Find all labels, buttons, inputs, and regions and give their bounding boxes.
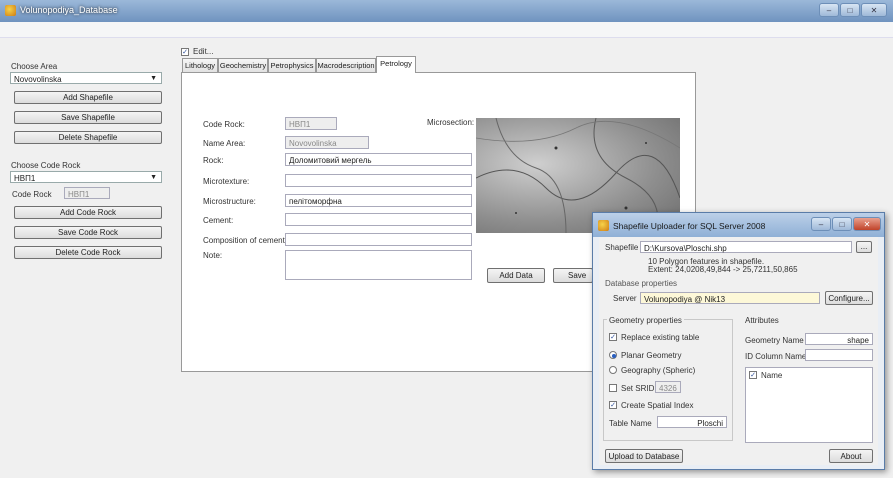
name-area-field: Novovolinska bbox=[285, 136, 369, 149]
window-controls: – □ ✕ bbox=[819, 3, 889, 19]
geometry-name-value: shape bbox=[847, 336, 869, 345]
microsection-label: Microsection: bbox=[427, 118, 475, 127]
cement-label: Cement: bbox=[203, 216, 234, 225]
save-code-rock-button[interactable]: Save Code Rock bbox=[14, 226, 162, 239]
set-srid-label: Set SRID bbox=[621, 384, 655, 393]
srid-field: 4326 bbox=[655, 381, 681, 393]
browse-button[interactable]: ... bbox=[856, 241, 872, 253]
shapefile-path-value: D:\Kursova\Ploschi.shp bbox=[644, 244, 727, 253]
microtexture-label: Microtexture: bbox=[203, 177, 250, 186]
cement-field[interactable] bbox=[285, 213, 472, 226]
attr-name-label: Name bbox=[761, 371, 783, 380]
dialog-title: Shapefile Uploader for SQL Server 2008 bbox=[613, 221, 766, 231]
dialog-body: Shapefile D:\Kursova\Ploschi.shp ... 10 … bbox=[599, 237, 878, 465]
dialog-icon bbox=[598, 220, 609, 231]
code-rock-field-value: НВП1 bbox=[68, 190, 90, 199]
chevron-down-icon: ▼ bbox=[150, 75, 157, 82]
choose-code-rock-label: Choose Code Rock bbox=[11, 161, 81, 170]
dialog-maximize-icon[interactable]: □ bbox=[832, 217, 852, 231]
add-code-rock-button[interactable]: Add Code Rock bbox=[14, 206, 162, 219]
composition-of-cement-label: Composition of cement: bbox=[203, 236, 288, 245]
area-value: Novovolinska bbox=[14, 75, 62, 84]
shapefile-path-field[interactable]: D:\Kursova\Ploschi.shp bbox=[640, 241, 852, 253]
geometry-properties-label: Geometry properties bbox=[607, 316, 684, 325]
code-rock-combo-value: НВП1 bbox=[14, 174, 36, 183]
configure-button[interactable]: Configure... bbox=[825, 291, 873, 305]
composition-of-cement-field[interactable] bbox=[285, 233, 472, 246]
minimize-icon[interactable]: – bbox=[819, 3, 839, 17]
extent-info: Extent: 24,0208,49,844 -> 25,7211,50,865 bbox=[648, 265, 798, 274]
replace-table-checkbox[interactable]: ✓ bbox=[609, 333, 617, 341]
app-icon bbox=[5, 5, 16, 16]
save-shapefile-button[interactable]: Save Shapefile bbox=[14, 111, 162, 124]
srid-value: 4326 bbox=[659, 384, 677, 393]
tab-petrophysics[interactable]: Petrophysics bbox=[268, 58, 316, 72]
rock-value: Доломитовий мергель bbox=[289, 156, 372, 165]
spatial-index-label: Create Spatial Index bbox=[621, 401, 694, 410]
id-column-field[interactable] bbox=[805, 349, 873, 361]
note-label: Note: bbox=[203, 251, 223, 260]
shapefile-uploader-dialog: Shapefile Uploader for SQL Server 2008 –… bbox=[592, 212, 885, 470]
server-value: Volunopodiya @ Nik13 bbox=[644, 295, 726, 304]
code-rock-field: НВП1 bbox=[64, 187, 110, 199]
set-srid-checkbox[interactable] bbox=[609, 384, 617, 392]
add-data-button[interactable]: Add Data bbox=[487, 268, 545, 283]
edit-checkbox[interactable]: ✓ bbox=[181, 48, 189, 56]
geography-label: Geography (Spheric) bbox=[621, 366, 696, 375]
microstructure-label: Microstructure: bbox=[203, 197, 256, 206]
database-properties-label: Database properties bbox=[605, 279, 678, 288]
tab-lithology[interactable]: Lithology bbox=[182, 58, 218, 72]
dialog-title-bar: Shapefile Uploader for SQL Server 2008 –… bbox=[593, 213, 884, 237]
name-area-label: Name Area: bbox=[203, 139, 246, 148]
dialog-minimize-icon[interactable]: – bbox=[811, 217, 831, 231]
table-name-value: Ploschi bbox=[697, 419, 723, 428]
title-bar: Volunopodiya_Database – □ ✕ bbox=[0, 0, 893, 22]
close-icon[interactable]: ✕ bbox=[861, 3, 887, 17]
window-title: Volunopodiya_Database bbox=[20, 5, 118, 15]
save-data-button[interactable]: Save D bbox=[553, 268, 593, 283]
code-rock-form-value: НВП1 bbox=[289, 120, 311, 129]
tab-geochemistry[interactable]: Geochemistry bbox=[218, 58, 268, 72]
edit-label: Edit... bbox=[193, 47, 214, 56]
attr-name-checkbox[interactable]: ✓ bbox=[749, 371, 757, 379]
rock-field[interactable]: Доломитовий мергель bbox=[285, 153, 472, 166]
shapefile-label: Shapefile bbox=[605, 243, 639, 252]
planar-geometry-radio[interactable] bbox=[609, 351, 617, 359]
chevron-down-icon: ▼ bbox=[150, 174, 157, 181]
code-rock-combo[interactable]: НВП1 ▼ bbox=[10, 171, 162, 183]
add-shapefile-button[interactable]: Add Shapefile bbox=[14, 91, 162, 104]
maximize-icon[interactable]: □ bbox=[840, 3, 860, 17]
menu-bar bbox=[0, 22, 893, 38]
delete-shapefile-button[interactable]: Delete Shapefile bbox=[14, 131, 162, 144]
spatial-index-checkbox[interactable]: ✓ bbox=[609, 401, 617, 409]
id-column-label: ID Column Name bbox=[745, 352, 807, 361]
code-rock-form-field: НВП1 bbox=[285, 117, 337, 130]
geometry-name-field[interactable]: shape bbox=[805, 333, 873, 345]
microstructure-field[interactable]: пелітоморфна bbox=[285, 194, 472, 207]
about-button[interactable]: About bbox=[829, 449, 873, 463]
code-rock-form-label: Code Rock: bbox=[203, 120, 245, 129]
table-name-label: Table Name bbox=[609, 419, 652, 428]
choose-area-label: Choose Area bbox=[11, 62, 58, 71]
microstructure-value: пелітоморфна bbox=[289, 197, 342, 206]
upload-to-database-button[interactable]: Upload to Database bbox=[605, 449, 683, 463]
server-label: Server bbox=[613, 294, 637, 303]
area-combo[interactable]: Novovolinska ▼ bbox=[10, 72, 162, 84]
server-field[interactable]: Volunopodiya @ Nik13 bbox=[640, 292, 820, 304]
replace-table-label: Replace existing table bbox=[621, 333, 700, 342]
code-rock-label: Code Rock bbox=[12, 190, 52, 199]
microtexture-field[interactable] bbox=[285, 174, 472, 187]
name-area-value: Novovolinska bbox=[289, 139, 337, 148]
table-name-field[interactable]: Ploschi bbox=[657, 416, 727, 428]
note-textarea[interactable] bbox=[285, 250, 472, 280]
geography-radio[interactable] bbox=[609, 366, 617, 374]
tab-petrology[interactable]: Petrology bbox=[376, 56, 416, 73]
delete-code-rock-button[interactable]: Delete Code Rock bbox=[14, 246, 162, 259]
planar-geometry-label: Planar Geometry bbox=[621, 351, 682, 360]
dialog-close-icon[interactable]: ✕ bbox=[853, 217, 881, 231]
geometry-name-label: Geometry Name bbox=[745, 336, 804, 345]
tab-macrodescription[interactable]: Macrodescription bbox=[316, 58, 376, 72]
rock-label: Rock: bbox=[203, 156, 224, 165]
attributes-label: Attributes bbox=[745, 316, 779, 325]
